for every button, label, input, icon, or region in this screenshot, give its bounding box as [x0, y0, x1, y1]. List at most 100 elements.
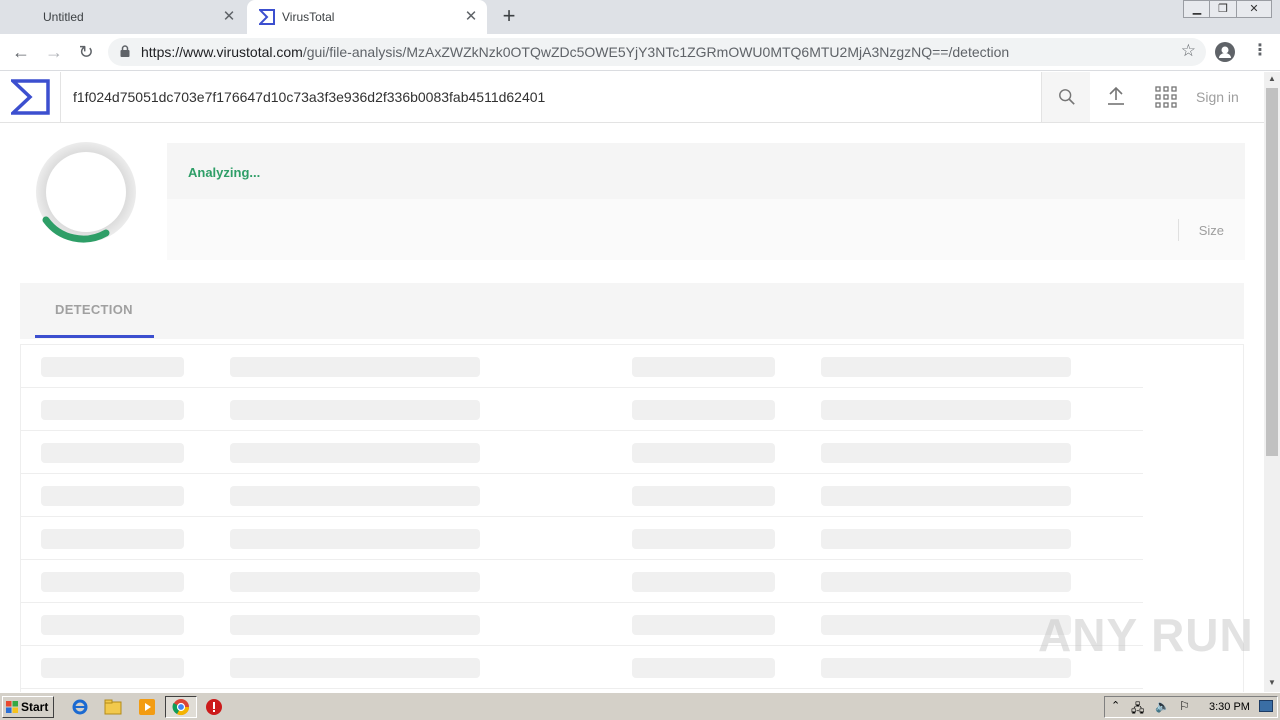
- skeleton-cell: [632, 529, 775, 549]
- taskbar: Start ⌃ 🖧 🔈 ⚐ 3:30 PM: [0, 692, 1280, 720]
- size-label: Size: [1198, 223, 1224, 238]
- skeleton-cell: [41, 443, 184, 463]
- action-center-flag-icon[interactable]: ⚐: [1179, 699, 1190, 713]
- close-tab-icon[interactable]: ✕: [463, 9, 479, 25]
- url-host: https://www.virustotal.com: [141, 44, 303, 60]
- forward-arrow-icon[interactable]: →: [42, 41, 66, 65]
- table-row: [21, 345, 1143, 388]
- skeleton-cell: [41, 529, 184, 549]
- tab-title: VirusTotal: [282, 10, 335, 24]
- new-tab-button[interactable]: +: [498, 5, 520, 29]
- clock[interactable]: 3:30 PM: [1209, 701, 1250, 713]
- virustotal-logo-icon: [11, 79, 50, 115]
- skeleton-cell: [821, 357, 1071, 377]
- browser-toolbar: ← → ↻ https://www.virustotal.com/gui/fil…: [0, 34, 1280, 71]
- file-explorer-icon[interactable]: [104, 698, 122, 716]
- skeleton-cell: [821, 400, 1071, 420]
- show-desktop-icon[interactable]: [1259, 700, 1273, 712]
- skeleton-cell: [821, 572, 1071, 592]
- skeleton-cell: [230, 357, 480, 377]
- skeleton-cell: [230, 615, 480, 635]
- system-tray: ⌃ 🖧 🔈 ⚐ 3:30 PM: [1104, 696, 1278, 718]
- network-icon[interactable]: 🖧: [1131, 699, 1144, 720]
- tab-detection[interactable]: DETECTION: [55, 302, 133, 317]
- url-path: /gui/file-analysis/MzAxZWZkNzk0OTQwZDc5O…: [302, 44, 1010, 60]
- scroll-up-icon[interactable]: ▲: [1264, 72, 1280, 86]
- table-row: [21, 560, 1143, 603]
- stop-sign-icon[interactable]: [205, 698, 223, 716]
- apps-grid-icon[interactable]: [1155, 86, 1177, 108]
- close-window-button[interactable]: ✕: [1236, 0, 1272, 18]
- skeleton-cell: [41, 486, 184, 506]
- virustotal-logo[interactable]: [0, 72, 61, 122]
- skeleton-cell: [632, 615, 775, 635]
- restore-window-button[interactable]: ❐: [1209, 0, 1237, 18]
- internet-explorer-icon[interactable]: [71, 698, 89, 716]
- tab-title: Untitled: [43, 10, 84, 24]
- table-row: [21, 603, 1143, 646]
- start-label: Start: [21, 700, 49, 714]
- address-bar[interactable]: https://www.virustotal.com/gui/file-anal…: [108, 38, 1206, 66]
- minimize-window-button[interactable]: ▁: [1183, 0, 1211, 18]
- skeleton-cell: [632, 400, 775, 420]
- taskbar-chrome-button[interactable]: [165, 696, 197, 718]
- skeleton-cell: [230, 529, 480, 549]
- table-row: [21, 388, 1143, 431]
- account-avatar-icon[interactable]: [1215, 42, 1235, 62]
- show-hidden-icons-icon[interactable]: ⌃: [1111, 699, 1120, 712]
- volume-icon[interactable]: 🔈: [1155, 699, 1170, 713]
- bookmark-star-icon[interactable]: ☆: [1181, 41, 1196, 61]
- browser-menu-icon[interactable]: ⋮: [1252, 41, 1268, 63]
- browser-tab-strip: Untitled ✕ VirusTotal ✕ + ▁ ❐ ✕: [0, 0, 1280, 34]
- skeleton-cell: [41, 400, 184, 420]
- upload-icon[interactable]: [1104, 84, 1128, 108]
- page-scrollbar[interactable]: ▲ ▼: [1264, 72, 1280, 692]
- search-button[interactable]: [1041, 72, 1090, 122]
- chrome-icon: [172, 699, 190, 716]
- skeleton-cell: [41, 357, 184, 377]
- detection-gauge: [36, 142, 136, 243]
- skeleton-cell: [632, 357, 775, 377]
- sign-in-link[interactable]: Sign in: [1196, 89, 1239, 105]
- summary-header: Analyzing...: [167, 143, 1245, 199]
- back-arrow-icon[interactable]: ←: [9, 41, 33, 65]
- divider: [1178, 219, 1179, 241]
- table-row: [21, 431, 1143, 474]
- url-text[interactable]: https://www.virustotal.com/gui/file-anal…: [141, 44, 1009, 60]
- skeleton-cell: [632, 443, 775, 463]
- lock-icon: [120, 45, 130, 57]
- virustotal-favicon-icon: [259, 9, 275, 25]
- media-player-icon[interactable]: [138, 698, 156, 716]
- skeleton-cell: [230, 400, 480, 420]
- vt-header: f1f024d75051dc703e7f176647d10c73a3f3e936…: [0, 72, 1264, 123]
- result-tabs: DETECTION: [20, 283, 1244, 339]
- windows-logo-icon: [6, 701, 18, 713]
- skeleton-cell: [41, 615, 184, 635]
- skeleton-cell: [632, 658, 775, 678]
- tab-virustotal[interactable]: VirusTotal ✕: [247, 0, 487, 34]
- close-tab-icon[interactable]: ✕: [221, 9, 237, 25]
- skeleton-cell: [230, 658, 480, 678]
- analysis-status: Analyzing...: [188, 165, 261, 180]
- skeleton-cell: [41, 572, 184, 592]
- reload-icon[interactable]: ↻: [74, 41, 98, 65]
- skeleton-cell: [230, 486, 480, 506]
- analysis-summary: Analyzing... Size: [167, 143, 1245, 260]
- tab-untitled[interactable]: Untitled ✕: [0, 0, 245, 34]
- skeleton-cell: [41, 658, 184, 678]
- scrollbar-thumb[interactable]: [1266, 88, 1278, 456]
- skeleton-cell: [821, 658, 1071, 678]
- table-row: [21, 474, 1143, 517]
- skeleton-cell: [821, 615, 1071, 635]
- skeleton-cell: [230, 443, 480, 463]
- table-row: [21, 517, 1143, 560]
- start-button[interactable]: Start: [2, 696, 54, 718]
- search-input[interactable]: f1f024d75051dc703e7f176647d10c73a3f3e936…: [73, 89, 545, 105]
- search-icon: [1059, 89, 1075, 105]
- active-tab-indicator: [35, 335, 154, 338]
- skeleton-cell: [632, 572, 775, 592]
- scroll-down-icon[interactable]: ▼: [1264, 676, 1280, 690]
- skeleton-cell: [821, 443, 1071, 463]
- skeleton-cell: [821, 529, 1071, 549]
- skeleton-cell: [632, 486, 775, 506]
